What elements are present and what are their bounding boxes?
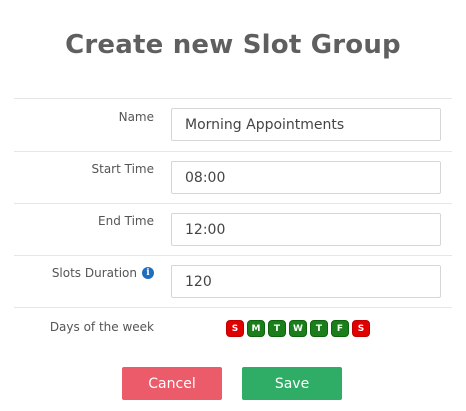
divider	[14, 151, 452, 152]
end-time-label-text: End Time	[98, 214, 154, 228]
start-time-label: Start Time	[92, 162, 155, 176]
dialog-title: Create new Slot Group	[65, 30, 401, 60]
divider	[14, 307, 452, 308]
divider	[14, 98, 452, 99]
divider	[14, 203, 452, 204]
day-toggle-wednesday[interactable]: W	[289, 320, 307, 337]
cancel-button[interactable]: Cancel	[122, 367, 222, 400]
day-toggle-saturday[interactable]: S	[352, 320, 370, 337]
divider	[14, 255, 452, 256]
days-of-week-label: Days of the week	[50, 320, 154, 334]
name-input[interactable]	[171, 108, 441, 141]
slots-duration-label-text: Slots Duration	[51, 266, 137, 280]
slots-duration-input[interactable]	[171, 265, 441, 298]
start-time-label-text: Start Time	[91, 162, 155, 176]
day-toggle-friday[interactable]: F	[331, 320, 349, 337]
day-toggle-tuesday[interactable]: T	[268, 320, 286, 337]
days-of-week-label-text: Days of the week	[49, 320, 154, 334]
info-icon[interactable]: i	[142, 267, 154, 279]
day-toggle-thursday[interactable]: T	[310, 320, 328, 337]
day-toggle-sunday[interactable]: S	[226, 320, 244, 337]
day-toggle-monday[interactable]: M	[247, 320, 265, 337]
name-label: Name	[119, 110, 154, 124]
slots-duration-label: Slots Duration i	[52, 266, 154, 280]
end-time-label: End Time	[98, 214, 154, 228]
save-button[interactable]: Save	[242, 367, 342, 400]
end-time-input[interactable]	[171, 213, 441, 246]
name-label-text: Name	[118, 110, 154, 124]
days-of-week-selector: S M T W T F S	[226, 320, 370, 337]
start-time-input[interactable]	[171, 161, 441, 194]
